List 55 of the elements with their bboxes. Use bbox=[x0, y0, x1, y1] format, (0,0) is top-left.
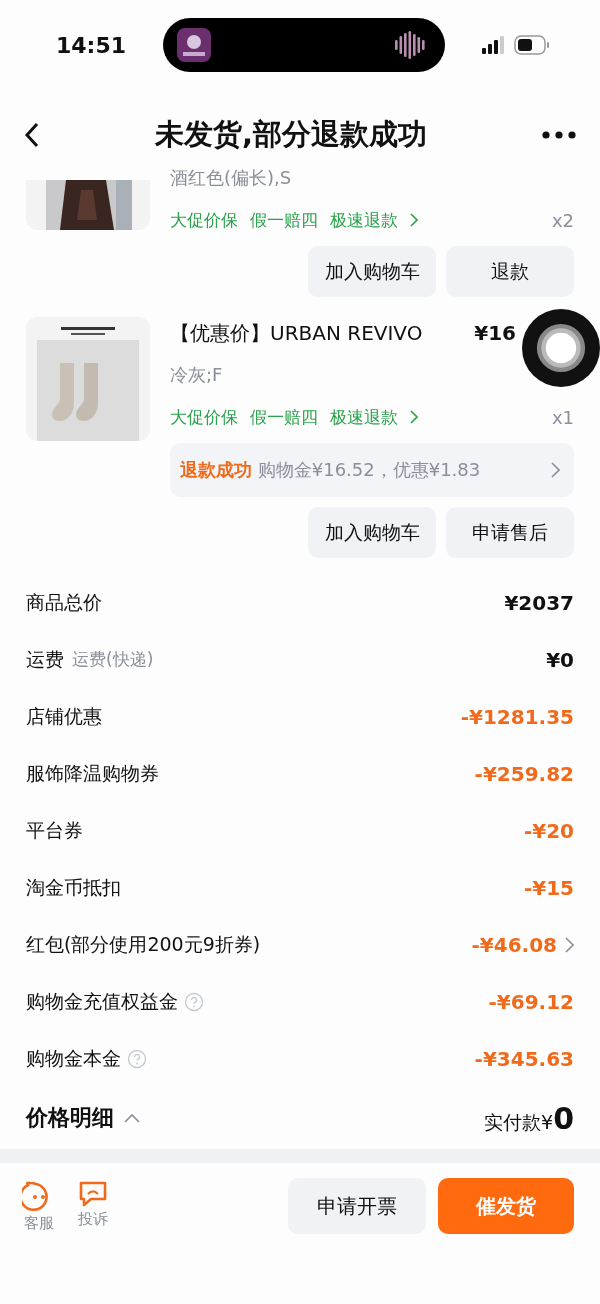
action-button[interactable]: 申请售后 bbox=[446, 507, 574, 558]
service-tag: 假一赔四 bbox=[250, 405, 318, 429]
more-icon[interactable] bbox=[542, 131, 576, 139]
price-detail-toggle[interactable]: 价格明细 bbox=[26, 1103, 114, 1133]
status-time: 14:51 bbox=[56, 32, 127, 58]
back-icon[interactable] bbox=[24, 122, 40, 148]
quantity: x1 bbox=[551, 406, 574, 428]
service-tag: 极速退款 bbox=[330, 208, 398, 232]
chat-bubble-icon bbox=[78, 1179, 108, 1208]
price-value: -¥46.08 bbox=[471, 932, 557, 957]
chevron-up-icon[interactable] bbox=[124, 1113, 140, 1123]
help-icon[interactable] bbox=[184, 991, 204, 1012]
app-icon bbox=[177, 28, 211, 62]
price-label: 运费 bbox=[26, 646, 64, 672]
price-label: 服饰降温购物券 bbox=[26, 760, 159, 786]
price-value: -¥15 bbox=[523, 875, 574, 900]
total-amount: 0 bbox=[553, 1100, 574, 1136]
price-label: 购物金充值权益金 bbox=[26, 988, 178, 1014]
service-tag: 大促价保 bbox=[170, 208, 238, 232]
price-value: -¥259.82 bbox=[474, 761, 574, 786]
price-label: 红包(部分使用200元9折券) bbox=[26, 931, 261, 957]
action-button[interactable]: 退款 bbox=[446, 246, 574, 297]
price-label: 购物金本金 bbox=[26, 1045, 121, 1071]
service-tag: 假一赔四 bbox=[250, 208, 318, 232]
price-value: -¥20 bbox=[523, 818, 574, 843]
product-variant: 酒红色(偏长),S bbox=[170, 166, 292, 190]
waveform-icon bbox=[395, 30, 427, 60]
signal-icon bbox=[482, 36, 506, 54]
help-icon[interactable] bbox=[127, 1048, 147, 1069]
service-tag: 极速退款 bbox=[330, 405, 398, 429]
price-value: -¥345.63 bbox=[474, 1046, 574, 1071]
quantity: x2 bbox=[551, 209, 574, 231]
action-button[interactable]: 加入购物车 bbox=[308, 246, 436, 297]
action-button[interactable]: 加入购物车 bbox=[308, 507, 436, 558]
chevron-right-icon[interactable] bbox=[410, 410, 418, 424]
total-label: 实付款¥ bbox=[484, 1109, 554, 1135]
chevron-right-icon bbox=[551, 462, 560, 478]
price-value: -¥69.12 bbox=[488, 989, 574, 1014]
price-label: 店铺优惠 bbox=[26, 703, 102, 729]
price-label: 商品总价 bbox=[26, 589, 102, 615]
service-tag: 大促价保 bbox=[170, 405, 238, 429]
battery-icon bbox=[514, 35, 550, 55]
secondary-button[interactable]: 申请开票 bbox=[288, 1178, 426, 1234]
product-price: ¥16 bbox=[474, 321, 516, 345]
price-value: ¥0 bbox=[546, 647, 574, 672]
ring-icon bbox=[536, 323, 586, 373]
price-value: ¥2037 bbox=[504, 590, 574, 615]
chevron-right-icon[interactable] bbox=[410, 213, 418, 227]
refund-status: 退款成功 购物金¥16.52，优惠¥1.83 bbox=[180, 458, 481, 482]
product-title: 【优惠价】URBAN REVIVO bbox=[170, 319, 423, 347]
page-title: 未发货,部分退款成功 bbox=[155, 116, 427, 153]
price-label: 淘金币抵扣 bbox=[26, 874, 121, 900]
price-value: -¥1281.35 bbox=[460, 704, 574, 729]
product-variant: 冷灰;F bbox=[170, 363, 223, 387]
price-label: 平台券 bbox=[26, 817, 83, 843]
